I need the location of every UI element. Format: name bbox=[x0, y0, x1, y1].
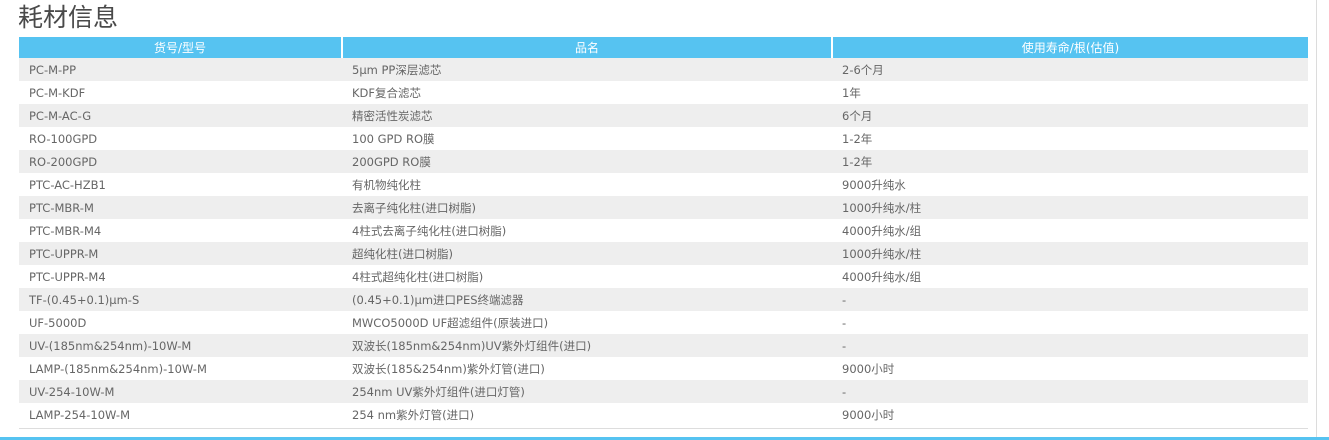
cell-name: 双波长(185&254nm)紫外灯管(进口) bbox=[342, 357, 832, 380]
table-row: LAMP-(185nm&254nm)-10W-M 双波长(185&254nm)紫外… bbox=[19, 357, 1308, 380]
table-bottom-divider bbox=[19, 428, 1308, 429]
cell-name: 超纯化柱(进口树脂) bbox=[342, 242, 832, 265]
table-row: RO-200GPD 200GPD RO膜 1-2年 bbox=[19, 150, 1308, 173]
cell-model: UF-5000D bbox=[19, 311, 342, 334]
cell-lifespan: 1000升纯水/柱 bbox=[832, 196, 1308, 219]
cell-model: RO-100GPD bbox=[19, 127, 342, 150]
cell-lifespan: - bbox=[832, 288, 1308, 311]
cell-name: 4柱式去离子纯化柱(进口树脂) bbox=[342, 219, 832, 242]
cell-name: 200GPD RO膜 bbox=[342, 150, 832, 173]
cell-model: LAMP-(185nm&254nm)-10W-M bbox=[19, 357, 342, 380]
cell-name: 5μm PP深层滤芯 bbox=[342, 58, 832, 81]
cell-lifespan: 1000升纯水/柱 bbox=[832, 242, 1308, 265]
cell-model: PTC-UPPR-M4 bbox=[19, 265, 342, 288]
cell-model: PTC-AC-HZB1 bbox=[19, 173, 342, 196]
cell-lifespan: 6个月 bbox=[832, 104, 1308, 127]
cell-model: PC-M-AC-G bbox=[19, 104, 342, 127]
table-row: PTC-UPPR-M4 4柱式超纯化柱(进口树脂) 4000升纯水/组 bbox=[19, 265, 1308, 288]
cell-lifespan: - bbox=[832, 380, 1308, 403]
cell-lifespan: 1年 bbox=[832, 81, 1308, 104]
cell-model: UV-254-10W-M bbox=[19, 380, 342, 403]
cell-lifespan: 4000升纯水/组 bbox=[832, 265, 1308, 288]
cell-lifespan: 1-2年 bbox=[832, 150, 1308, 173]
table-row: UV-254-10W-M 254nm UV紫外灯组件(进口灯管) - bbox=[19, 380, 1308, 403]
cell-name: 100 GPD RO膜 bbox=[342, 127, 832, 150]
cell-name: MWCO5000D UF超滤组件(原装进口) bbox=[342, 311, 832, 334]
cell-name: 254 nm紫外灯管(进口) bbox=[342, 403, 832, 426]
page-title: 耗材信息 bbox=[18, 3, 119, 32]
column-header-lifespan: 使用寿命/根(估值) bbox=[832, 37, 1308, 58]
table-row: PC-M-KDF KDF复合滤芯 1年 bbox=[19, 81, 1308, 104]
column-header-name: 品名 bbox=[342, 37, 833, 58]
cell-name: 254nm UV紫外灯组件(进口灯管) bbox=[342, 380, 832, 403]
table-row: UV-(185nm&254nm)-10W-M 双波长(185nm&254nm)UV… bbox=[19, 334, 1308, 357]
cell-model: PTC-MBR-M4 bbox=[19, 219, 342, 242]
cell-name: 去离子纯化柱(进口树脂) bbox=[342, 196, 832, 219]
table-row: LAMP-254-10W-M 254 nm紫外灯管(进口) 9000小时 bbox=[19, 403, 1308, 426]
cell-lifespan: 4000升纯水/组 bbox=[832, 219, 1308, 242]
table-row: PC-M-AC-G 精密活性炭滤芯 6个月 bbox=[19, 104, 1308, 127]
table-row: RO-100GPD 100 GPD RO膜 1-2年 bbox=[19, 127, 1308, 150]
column-header-model: 货号/型号 bbox=[19, 37, 343, 58]
cell-name: (0.45+0.1)μm进口PES终端滤器 bbox=[342, 288, 832, 311]
cell-name: 有机物纯化柱 bbox=[342, 173, 832, 196]
cell-lifespan: 1-2年 bbox=[832, 127, 1308, 150]
cell-lifespan: 2-6个月 bbox=[832, 58, 1308, 81]
cell-model: PTC-UPPR-M bbox=[19, 242, 342, 265]
table-row: PTC-MBR-M 去离子纯化柱(进口树脂) 1000升纯水/柱 bbox=[19, 196, 1308, 219]
cell-lifespan: - bbox=[832, 334, 1308, 357]
table-row: UF-5000D MWCO5000D UF超滤组件(原装进口) - bbox=[19, 311, 1308, 334]
cell-name: 精密活性炭滤芯 bbox=[342, 104, 832, 127]
cell-model: RO-200GPD bbox=[19, 150, 342, 173]
consumables-table: 货号/型号 品名 使用寿命/根(估值) PC-M-PP 5μm PP深层滤芯 2-6… bbox=[19, 37, 1308, 426]
cell-model: PC-M-PP bbox=[19, 58, 342, 81]
cell-lifespan: 9000小时 bbox=[832, 403, 1308, 426]
cell-name: 双波长(185nm&254nm)UV紫外灯组件(进口) bbox=[342, 334, 832, 357]
cell-model: LAMP-254-10W-M bbox=[19, 403, 342, 426]
cell-model: PTC-MBR-M bbox=[19, 196, 342, 219]
table-body: PC-M-PP 5μm PP深层滤芯 2-6个月 PC-M-KDF KDF复合滤芯 1年 P… bbox=[19, 58, 1308, 426]
cell-lifespan: 9000升纯水 bbox=[832, 173, 1308, 196]
table-row: TF-(0.45+0.1)μm-S (0.45+0.1)μm进口PES终端滤器 - bbox=[19, 288, 1308, 311]
cell-model: PC-M-KDF bbox=[19, 81, 342, 104]
cell-name: KDF复合滤芯 bbox=[342, 81, 832, 104]
right-divider bbox=[1316, 0, 1317, 437]
table-row: PTC-AC-HZB1 有机物纯化柱 9000升纯水 bbox=[19, 173, 1308, 196]
table-row: PC-M-PP 5μm PP深层滤芯 2-6个月 bbox=[19, 58, 1308, 81]
table-row: PTC-MBR-M4 4柱式去离子纯化柱(进口树脂) 4000升纯水/组 bbox=[19, 219, 1308, 242]
cell-model: UV-(185nm&254nm)-10W-M bbox=[19, 334, 342, 357]
cell-model: TF-(0.45+0.1)μm-S bbox=[19, 288, 342, 311]
table-header: 货号/型号 品名 使用寿命/根(估值) bbox=[19, 37, 1308, 58]
table-row: PTC-UPPR-M 超纯化柱(进口树脂) 1000升纯水/柱 bbox=[19, 242, 1308, 265]
cell-lifespan: 9000小时 bbox=[832, 357, 1308, 380]
header-row: 货号/型号 品名 使用寿命/根(估值) bbox=[19, 37, 1308, 58]
cell-name: 4柱式超纯化柱(进口树脂) bbox=[342, 265, 832, 288]
cell-lifespan: - bbox=[832, 311, 1308, 334]
